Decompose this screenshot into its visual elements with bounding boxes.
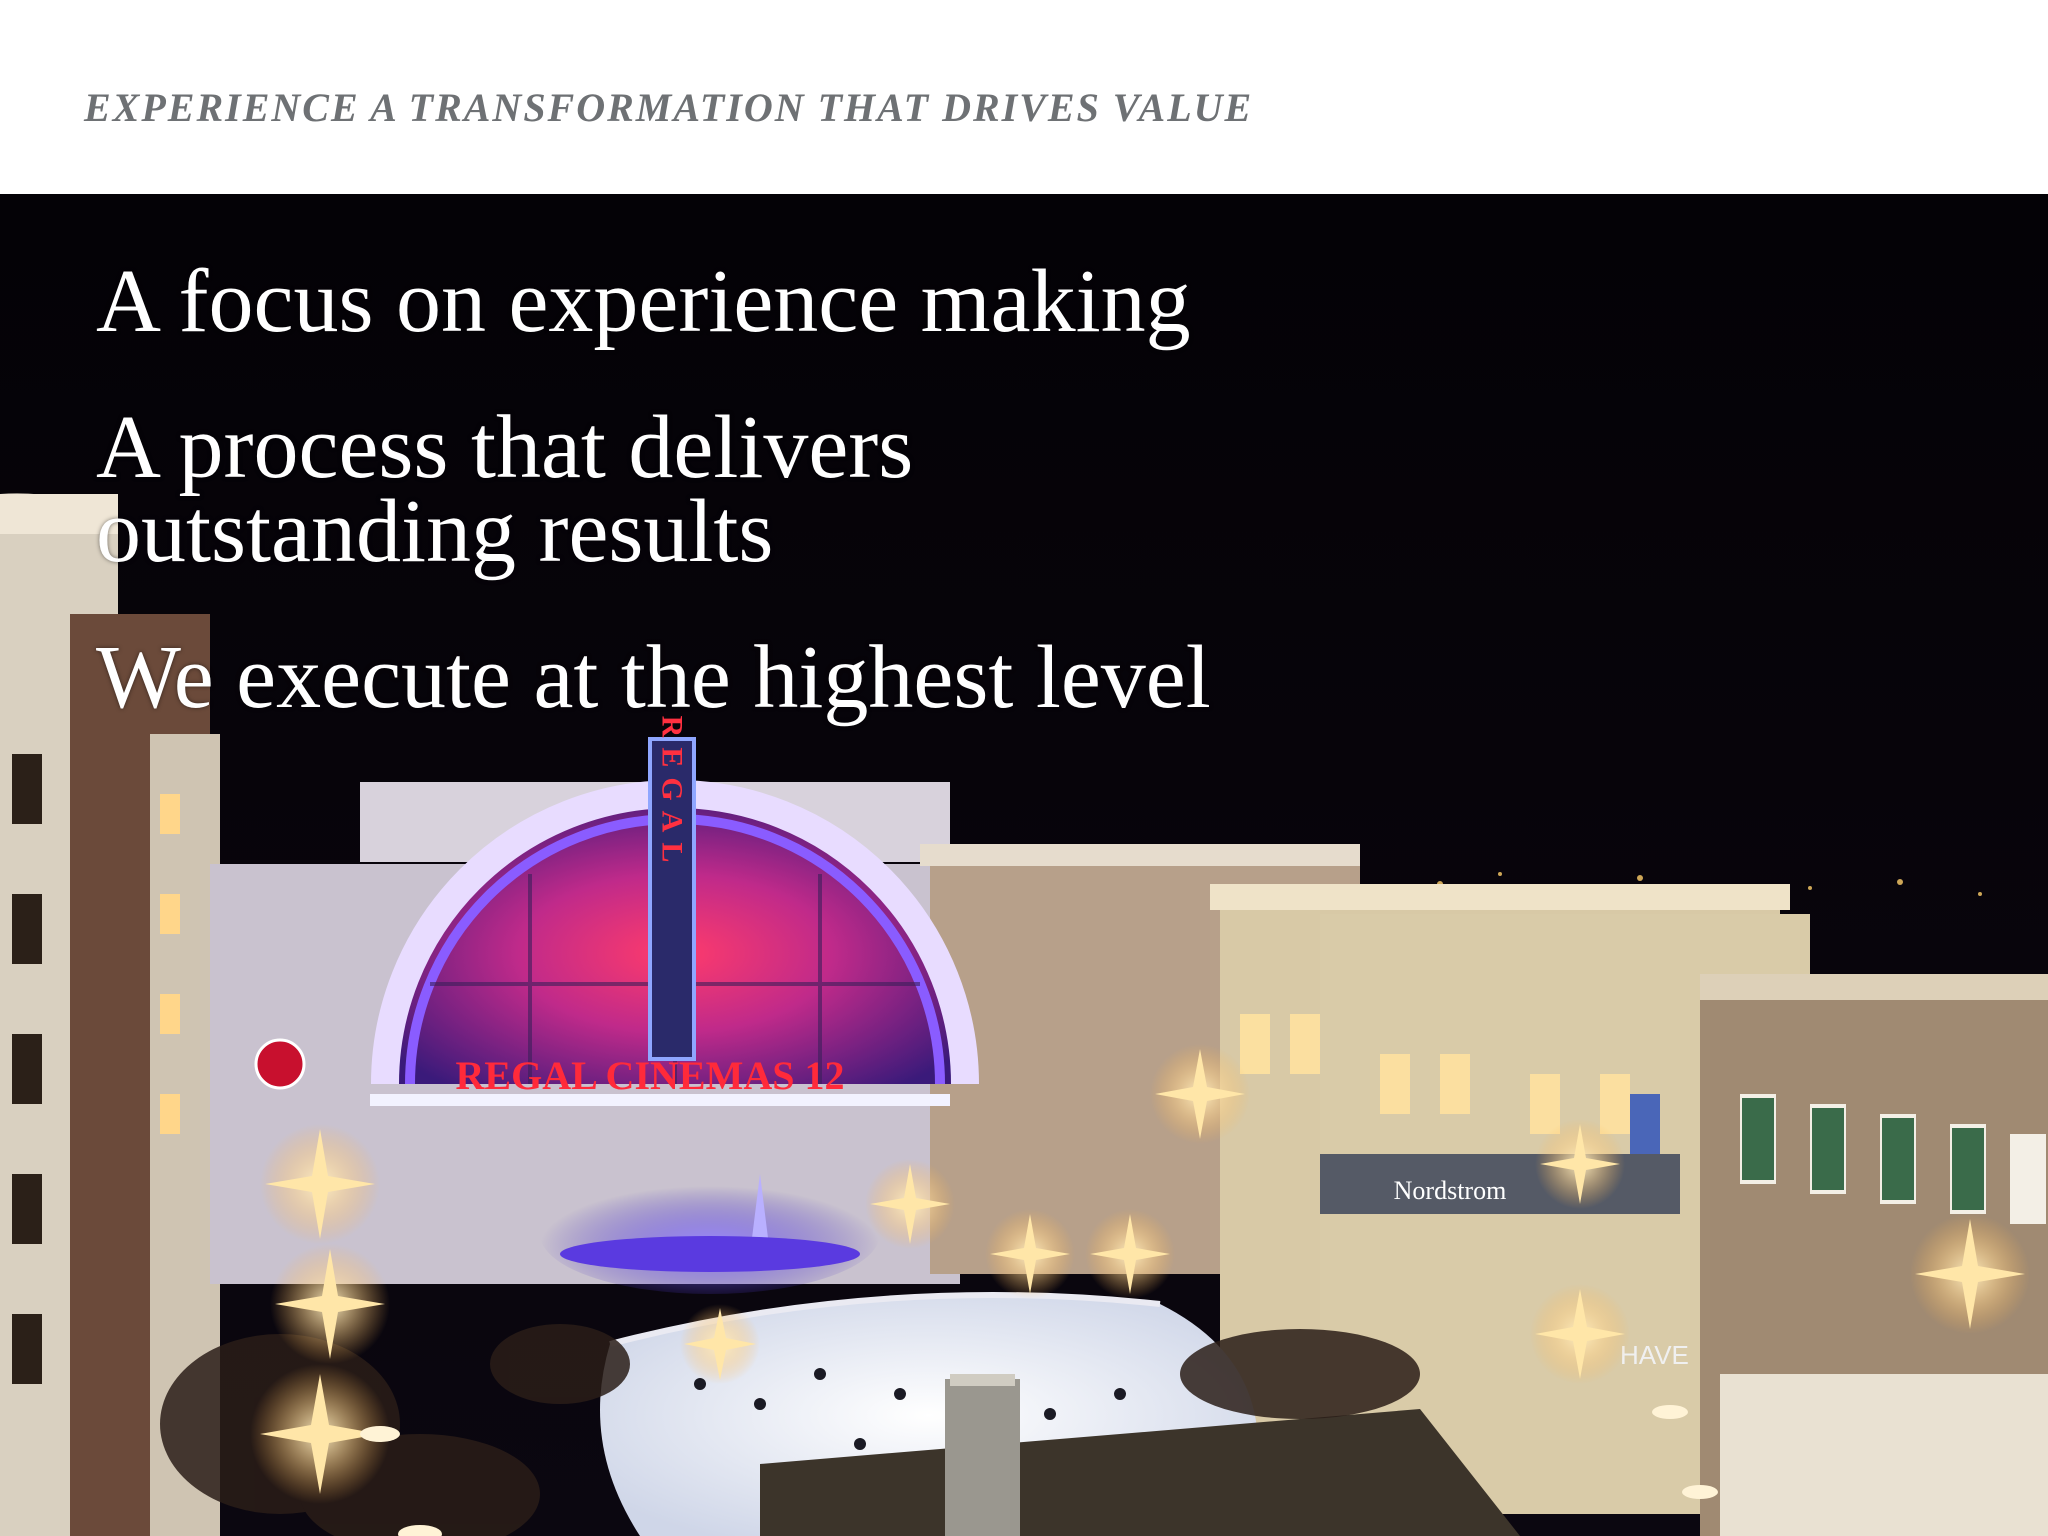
store-sign-2: HAVE: [1620, 1340, 1689, 1370]
headline-experience: A focus on experience making: [96, 252, 1191, 351]
fountain: [540, 1174, 880, 1294]
store-sign: Nordstrom: [1394, 1176, 1507, 1205]
theater-marquee-sign: REGAL CINEMAS 12: [456, 1053, 845, 1098]
slide-page: EXPERIENCE A TRANSFORMATION THAT DRIVES …: [0, 0, 2048, 1536]
eyebrow-title: EXPERIENCE A TRANSFORMATION THAT DRIVES …: [84, 85, 1254, 130]
header-band: EXPERIENCE A TRANSFORMATION THAT DRIVES …: [0, 0, 2048, 194]
headline-process: A process that delivers outstanding resu…: [96, 398, 914, 581]
headline-group: A focus on experience making A process t…: [96, 252, 1496, 782]
headline-execute: We execute at the highest level: [96, 628, 1211, 727]
